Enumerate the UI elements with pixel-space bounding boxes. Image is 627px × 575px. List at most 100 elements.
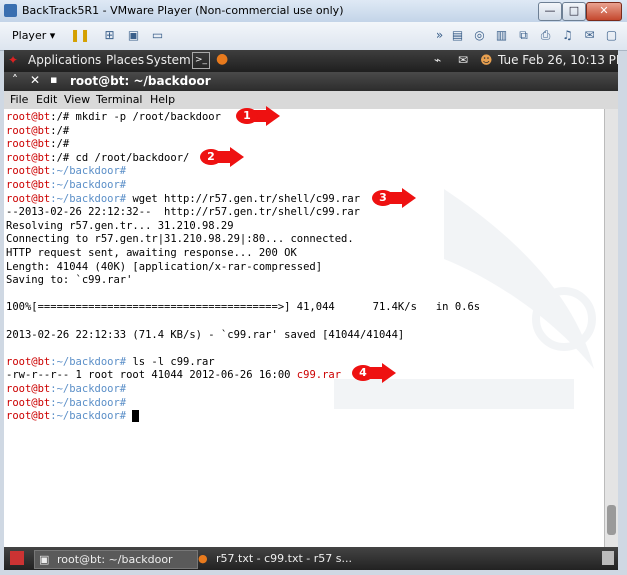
trash-icon[interactable] (602, 551, 614, 565)
terminal-output[interactable]: root@bt:/# mkdir -p /root/backdoor root@b… (4, 109, 604, 547)
prompt-user: root@bt (6, 396, 51, 409)
pause-icon[interactable]: ❚❚ (70, 28, 90, 42)
filename-highlight: c99.rar (296, 369, 342, 382)
terminal-line: Saving to: `c99.rar' (6, 274, 132, 288)
prompt-user: root@bt (6, 165, 51, 178)
terminal-line: root@bt:~/backdoor# (6, 383, 126, 397)
unity-icon[interactable]: ▭ (150, 28, 165, 42)
menu-system[interactable]: System (146, 53, 191, 67)
terminal-title: root@bt: ~/backdoor (70, 74, 211, 88)
sound-device-icon[interactable]: ♫ (560, 28, 575, 42)
printer-device-icon[interactable]: ⎙ (538, 28, 553, 42)
prompt-user: root@bt (6, 192, 51, 205)
output-text: --2013-02-26 22:12:32-- http://r57.gen.t… (6, 206, 361, 219)
terminal-launcher-icon[interactable]: >_ (192, 52, 210, 69)
prompt-path: :/# (50, 111, 70, 123)
terminal-app-icon: ▪ (50, 73, 58, 86)
backtrack-logo-icon[interactable]: ✦ (8, 53, 18, 67)
window-titlebar: BackTrack5R1 - VMware Player (Non-commer… (0, 0, 627, 23)
network-status-icon[interactable]: ⌁ (434, 53, 441, 67)
prompt-path: :/# (50, 138, 70, 151)
prompt-user: root@bt (6, 383, 51, 395)
task-terminal-label: root@bt: ~/backdoor (57, 553, 173, 566)
prompt-user: root@bt (6, 111, 51, 123)
prompt-user: root@bt (6, 410, 51, 423)
terminal-line: root@bt:/# (6, 125, 69, 139)
terminal-line: root@bt:~/backdoor# ls -l c99.rar (6, 356, 215, 370)
prompt-path: :/# (50, 124, 70, 137)
annotation-arrow-1: 1 (236, 106, 286, 126)
terminal-line: root@bt:~/backdoor# (6, 410, 139, 424)
terminal-line: root@bt:~/backdoor# wget http://r57.gen.… (6, 193, 360, 207)
scrollbar-thumb[interactable] (607, 505, 616, 535)
close-button[interactable]: ✕ (586, 2, 622, 21)
menu-applications[interactable]: Applications (28, 53, 101, 67)
terminal-line: root@bt:~/backdoor# (6, 165, 126, 179)
terminal-task-icon: ▣ (39, 553, 50, 566)
command-text: cd /root/backdoor/ (69, 151, 190, 164)
menu-terminal[interactable]: Terminal (96, 93, 143, 106)
firefox-launcher-icon[interactable]: ● (216, 51, 228, 67)
minimize-button[interactable]: — (538, 2, 562, 21)
cd-device-icon[interactable]: ◎ (472, 28, 487, 42)
terminal-titlebar: ˄ ✕ ▪ root@bt: ~/backdoor (4, 72, 618, 91)
prompt-path: :~/backdoor# (50, 165, 127, 178)
vmware-toolbar: Player ▾ ❚❚ ⊞ ▣ ▭ » ▤ ◎ ▥ ⧉ ⎙ ♫ ✉ ▢ (0, 22, 627, 51)
menu-view[interactable]: View (64, 93, 90, 106)
command-text: mkdir -p /root/backdoor (69, 111, 221, 123)
send-ctrl-alt-del-icon[interactable]: ⊞ (102, 28, 117, 42)
terminal-line: -rw-r--r-- 1 root root 41044 2012-06-26 … (6, 369, 341, 383)
menu-help[interactable]: Help (150, 93, 175, 106)
window-close-icon[interactable]: ✕ (30, 73, 40, 87)
user-icon[interactable]: ☻ (480, 53, 493, 67)
show-desktop-icon[interactable] (10, 551, 24, 565)
terminal-scrollbar[interactable] (604, 109, 618, 547)
terminal-line: root@bt:/# mkdir -p /root/backdoor (6, 111, 221, 125)
terminal-menubar: File Edit View Terminal Help (4, 91, 618, 110)
firefox-task-icon: ● (198, 552, 208, 565)
prompt-path: :~/backdoor# (50, 383, 127, 395)
display-device-icon[interactable]: ▢ (604, 28, 619, 42)
task-browser-label: r57.txt - c99.txt - r57 s... (216, 552, 352, 565)
prompt-path: :/# (50, 151, 70, 164)
prompt-user: root@bt (6, 124, 51, 137)
fullscreen-icon[interactable]: ▣ (126, 28, 141, 42)
maximize-button[interactable]: □ (562, 2, 586, 21)
menu-edit[interactable]: Edit (36, 93, 57, 106)
task-terminal[interactable]: ▣ root@bt: ~/backdoor (34, 550, 198, 569)
command-text: wget http://r57.gen.tr/shell/c99.rar (126, 192, 361, 205)
output-text: 100%[===================================… (6, 301, 481, 314)
window-title: BackTrack5R1 - VMware Player (Non-commer… (22, 4, 344, 17)
annotation-arrow-2: 2 (200, 147, 250, 167)
task-browser[interactable]: ● r57.txt - c99.txt - r57 s... (194, 550, 386, 567)
menu-file[interactable]: File (10, 93, 28, 106)
message-device-icon[interactable]: ✉ (582, 28, 597, 42)
output-text: HTTP request sent, awaiting response... … (6, 247, 297, 259)
player-menu-button[interactable]: Player ▾ (6, 27, 61, 45)
panel-clock[interactable]: Tue Feb 26, 10:13 PM (498, 53, 618, 67)
terminal-line: root@bt:/# cd /root/backdoor/ (6, 152, 189, 166)
terminal-line: root@bt:/# (6, 138, 69, 152)
mail-icon[interactable]: ✉ (458, 53, 468, 67)
usb-device-icon[interactable]: ⧉ (516, 28, 531, 42)
terminal-line: root@bt:~/backdoor# (6, 179, 126, 193)
prompt-user: root@bt (6, 151, 51, 164)
output-text: Resolving r57.gen.tr... 31.210.98.29 (6, 219, 234, 232)
output-text: Length: 41044 (40K) [application/x-rar-c… (6, 260, 323, 273)
terminal-line: Length: 41044 (40K) [application/x-rar-c… (6, 261, 322, 275)
prompt-path: :~/backdoor# (50, 410, 127, 423)
prompt-user: root@bt (6, 138, 51, 151)
devices-chevron-icon[interactable]: » (432, 28, 447, 42)
annotation-arrow-3: 3 (372, 188, 422, 208)
command-text: ls -l c99.rar (126, 355, 215, 368)
prompt-path: :~/backdoor# (50, 396, 127, 409)
hdd-device-icon[interactable]: ▥ (494, 28, 509, 42)
output-text: Saving to: `c99.rar' (6, 274, 133, 287)
network-device-icon[interactable]: ▤ (450, 28, 465, 42)
guest-screen: ✦ Applications Places System >_ ● ⌁ ✉ ☻ … (4, 50, 618, 570)
terminal-line: 2013-02-26 22:12:33 (71.4 KB/s) - `c99.r… (6, 329, 404, 343)
menu-places[interactable]: Places (106, 53, 144, 67)
collapse-icon[interactable]: ˄ (12, 73, 18, 87)
terminal-line: Resolving r57.gen.tr... 31.210.98.29 (6, 220, 234, 234)
output-text: 2013-02-26 22:12:33 (71.4 KB/s) - `c99.r… (6, 328, 405, 341)
